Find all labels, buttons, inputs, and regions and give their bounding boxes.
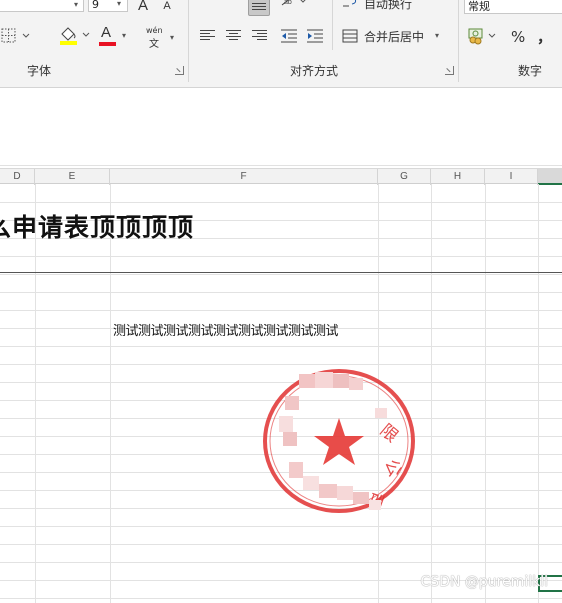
borders-icon (1, 28, 30, 43)
worksheet: D E F G H I 么申请表顶顶顶顶 测试测试测试测试测试测试测试测试测试 … (0, 88, 562, 603)
font-name-combo-edge[interactable] (0, 0, 84, 12)
phonetic-button[interactable]: wén 文 ▾ (142, 24, 182, 50)
grid-line (0, 310, 562, 311)
bottom-align-icon (252, 0, 267, 11)
merge-center-dropdown-icon[interactable]: ▾ (435, 31, 439, 40)
font-size-value: 9 (92, 0, 99, 11)
grid-line (0, 292, 562, 293)
ribbon-separator (458, 0, 459, 82)
column-header-g[interactable]: G (378, 169, 431, 185)
increase-indent-icon (307, 29, 323, 43)
number-group-label: 数字 (518, 64, 543, 78)
grid-line (538, 184, 539, 603)
grid-line (0, 256, 562, 257)
sheet-title[interactable]: 么申请表顶顶顶顶 (0, 208, 194, 244)
formula-area (0, 88, 562, 166)
font-color-icon: A (101, 24, 112, 41)
decrease-indent-button[interactable] (278, 27, 300, 45)
paint-bucket-icon (60, 27, 90, 45)
ribbon-separator (188, 0, 189, 82)
svg-text:限: 限 (376, 421, 402, 447)
number-format-combo[interactable]: 常规 (464, 0, 562, 14)
content-cell-text[interactable]: 测试测试测试测试测试测试测试测试测试 (113, 320, 339, 339)
middle-align-icon[interactable] (226, 0, 241, 8)
decrease-indent-icon (281, 29, 297, 43)
number-format-value: 常规 (468, 0, 490, 13)
font-group-label: 字体 (27, 64, 52, 78)
shrink-font-icon: A (163, 0, 171, 12)
column-header-e[interactable]: E (35, 169, 110, 185)
grow-font-button[interactable]: A (135, 0, 151, 14)
bottom-align-button[interactable] (248, 0, 270, 16)
grid-line (0, 544, 562, 545)
grid-line (0, 346, 562, 347)
ribbon-separator (332, 0, 333, 50)
svg-text:ab: ab (284, 0, 292, 6)
font-color-swatch (99, 42, 116, 46)
font-size-dropdown-icon[interactable]: ▾ (117, 0, 121, 8)
shrink-font-button[interactable]: A (160, 0, 174, 14)
grid-line (35, 184, 36, 603)
merge-center-icon (342, 29, 358, 43)
accounting-format-icon (468, 28, 496, 45)
grid-line (0, 562, 562, 563)
font-color-button[interactable]: A ▾ (98, 24, 134, 48)
fill-color-button[interactable] (58, 24, 94, 48)
alignment-dialog-launcher-icon[interactable] (445, 66, 454, 75)
grid-line (0, 598, 562, 599)
column-header-j[interactable] (538, 169, 562, 185)
borders-button[interactable] (0, 26, 32, 46)
column-headers: D E F G H I (0, 168, 562, 185)
wrap-text-label: 自动换行 (364, 0, 413, 11)
grid-line (0, 526, 562, 527)
merge-center-label: 合并后居中 (364, 29, 425, 44)
merge-center-button[interactable]: 合并后居中 ▾ (342, 26, 448, 46)
column-header-f[interactable]: F (110, 169, 378, 185)
title-border (0, 272, 562, 273)
font-size-combo[interactable]: 9 ▾ (88, 0, 128, 12)
column-header-d[interactable]: D (0, 169, 35, 185)
increase-indent-button[interactable] (304, 27, 326, 45)
align-right-icon[interactable] (252, 30, 267, 42)
phonetic-bottom: 文 (149, 39, 159, 50)
align-left-icon[interactable] (200, 30, 215, 42)
grow-font-icon: A (137, 0, 148, 14)
top-align-icon[interactable] (200, 0, 215, 8)
watermark: CSDN @puremilkll (420, 574, 549, 590)
orientation-button[interactable]: ab (280, 0, 310, 10)
orientation-icon: ab (281, 0, 306, 6)
grid-line (0, 274, 562, 275)
font-dialog-launcher-icon[interactable] (175, 66, 184, 75)
accounting-format-button[interactable] (466, 26, 500, 46)
column-header-i[interactable]: I (485, 169, 538, 185)
grid-line (0, 202, 562, 203)
font-color-dropdown-icon[interactable]: ▾ (122, 31, 126, 40)
column-header-h[interactable]: H (431, 169, 485, 185)
align-center-icon[interactable] (226, 30, 241, 42)
phonetic-top: wén (146, 26, 163, 35)
grid-line (110, 184, 111, 603)
wrap-text-icon (343, 0, 357, 7)
font-name-dropdown-icon[interactable]: ▾ (74, 0, 78, 9)
alignment-group-label: 对齐方式 (290, 64, 339, 78)
phonetic-dropdown-icon[interactable]: ▾ (170, 33, 174, 42)
grid-line (0, 364, 562, 365)
percent-button[interactable]: % (511, 28, 525, 46)
comma-button[interactable]: ， (537, 26, 552, 47)
wrap-text-button[interactable]: 自动换行 (342, 0, 432, 12)
company-seal-image[interactable]: 限 公 司 (259, 366, 419, 521)
grid-line (431, 184, 432, 603)
grid-line (485, 184, 486, 603)
ribbon: ▾ 9 ▾ A A A ▾ wén 文 ▾ 字体 ab 自动换行 合并后居中 ▾… (0, 0, 562, 88)
